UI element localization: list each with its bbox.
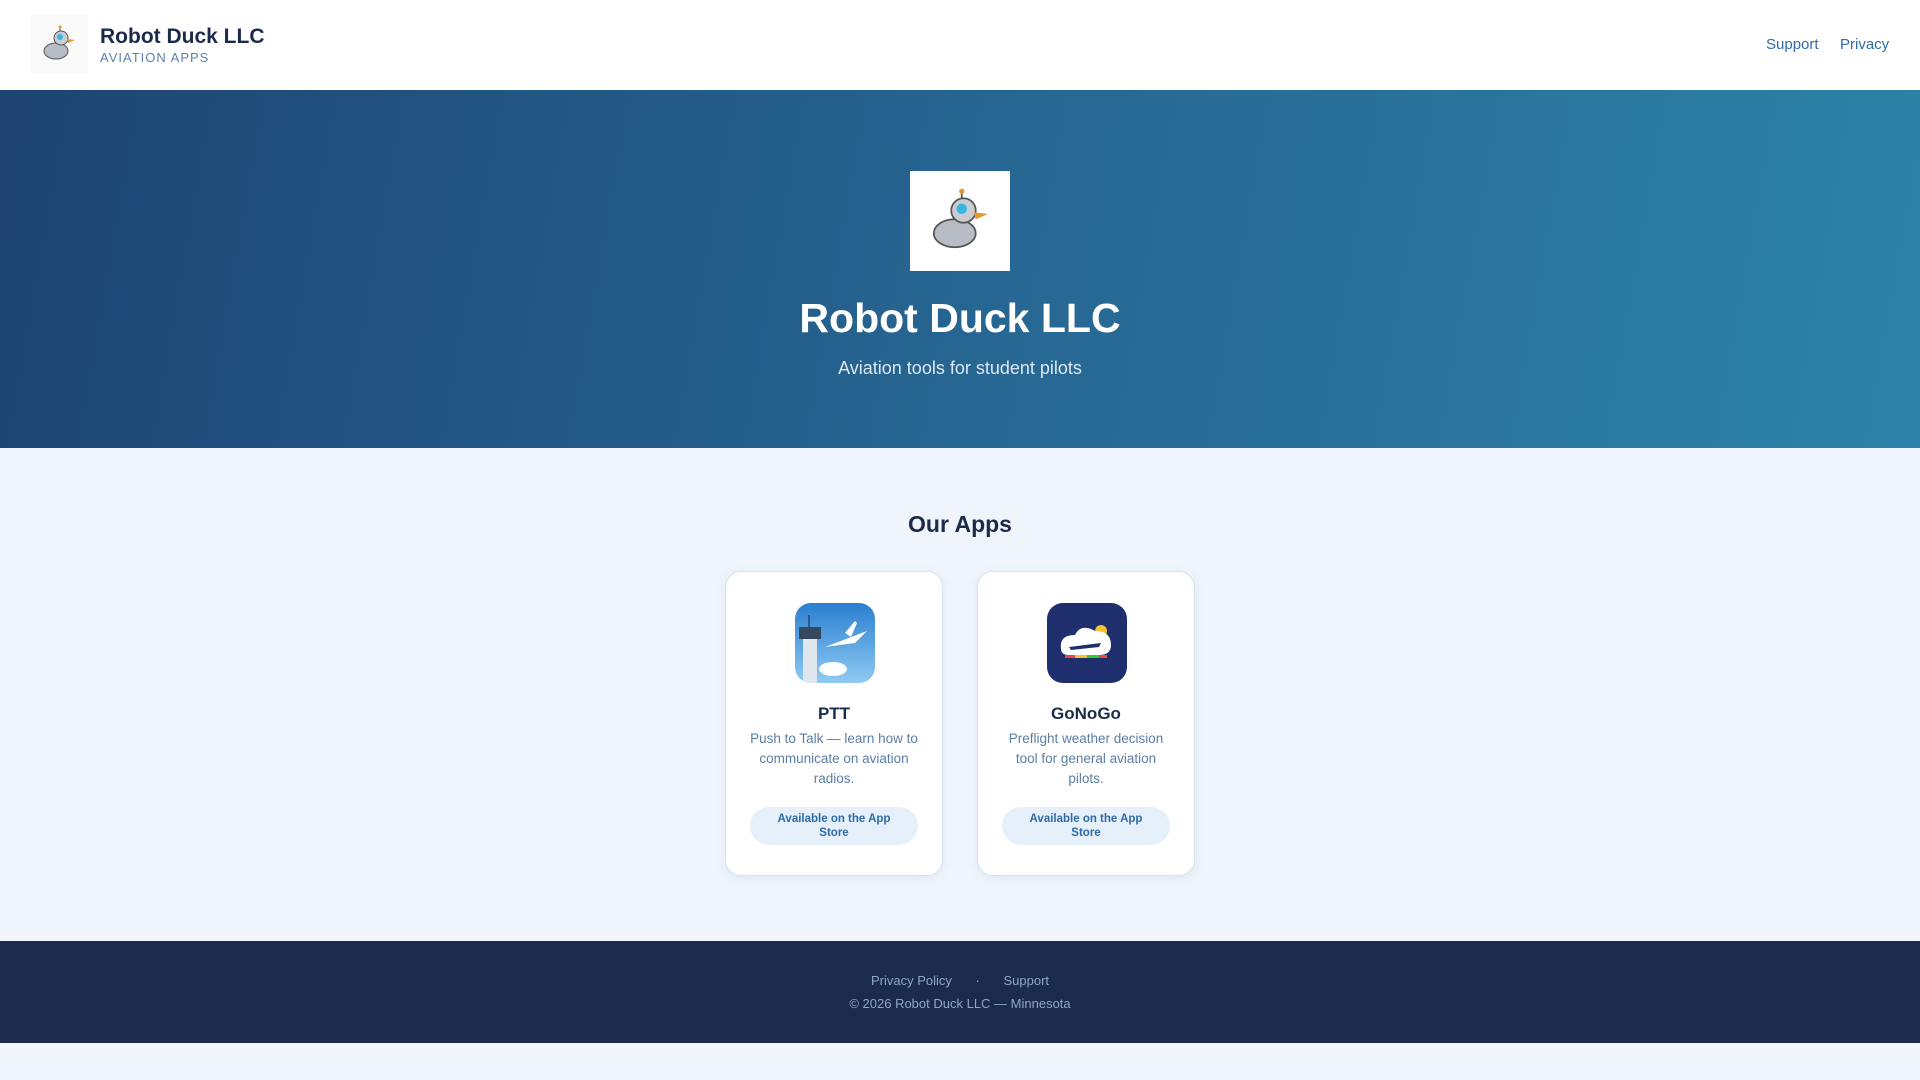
robot-duck-logo-icon	[910, 171, 1010, 271]
app-store-button[interactable]: Available on the App Store	[750, 807, 918, 845]
app-name: PTT	[817, 704, 851, 723]
robot-duck-logo-icon[interactable]	[30, 15, 88, 73]
site-subtitle: AVIATION APPS	[100, 50, 210, 65]
control-tower-airplane-icon	[795, 603, 875, 683]
app-store-button[interactable]: Available on the App Store	[1002, 807, 1170, 845]
hero-section: Robot Duck LLC Aviation tools for studen…	[0, 90, 1920, 448]
cloud-airplane-icon	[1047, 603, 1127, 683]
app-description: Preflight weather decision tool for gene…	[1008, 731, 1164, 786]
footer-privacy-link[interactable]: Privacy Policy	[871, 973, 952, 988]
hero-subtitle: Aviation tools for student pilots	[838, 358, 1082, 378]
nav-support-link[interactable]: Support	[1766, 36, 1819, 53]
site-header: Robot Duck LLC AVIATION APPS Support Pri…	[0, 0, 1920, 90]
app-card-gonogo: GoNoGo Preflight weather decision tool f…	[977, 571, 1195, 876]
app-name: GoNoGo	[1051, 704, 1121, 723]
site-title: Robot Duck LLC	[100, 25, 265, 48]
app-description: Push to Talk — learn how to communicate …	[750, 731, 918, 786]
apps-heading: Our Apps	[908, 511, 1012, 537]
site-footer: Privacy Policy · Support © 2026 Robot Du…	[0, 941, 1920, 1043]
footer-separator: ·	[975, 973, 980, 988]
copyright: © 2026 Robot Duck LLC — Minnesota	[849, 996, 1071, 1011]
footer-support-link[interactable]: Support	[1003, 973, 1049, 988]
app-card-ptt: PTT Push to Talk — learn how to communic…	[725, 571, 943, 876]
hero-title: Robot Duck LLC	[799, 295, 1121, 341]
nav-privacy-link[interactable]: Privacy	[1840, 36, 1889, 53]
